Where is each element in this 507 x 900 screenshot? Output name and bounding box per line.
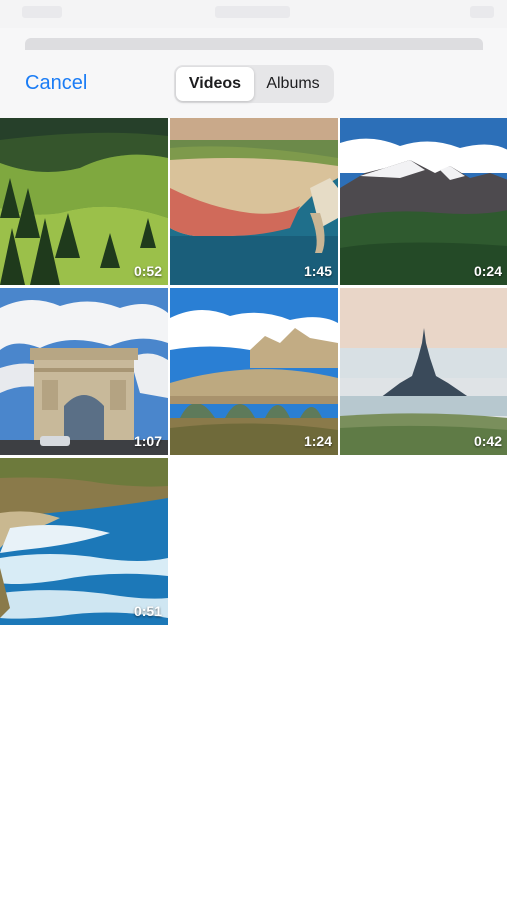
tab-videos[interactable]: Videos bbox=[176, 67, 254, 101]
video-duration: 1:45 bbox=[303, 263, 332, 279]
sheet-grabber bbox=[25, 38, 483, 50]
alpine-hills-image bbox=[0, 118, 168, 285]
signal-icon bbox=[22, 6, 62, 18]
video-duration: 1:24 bbox=[303, 433, 332, 449]
chalk-cliffs-image bbox=[170, 118, 338, 285]
snowy-mountains-image bbox=[340, 118, 507, 285]
sheet-header: Cancel Videos Albums bbox=[0, 28, 507, 118]
mont-saint-michel-image bbox=[340, 288, 507, 455]
arc-de-triomphe-image bbox=[0, 288, 168, 455]
stone-bridge-image bbox=[170, 288, 338, 455]
coastline-image bbox=[0, 458, 168, 625]
video-thumbnail[interactable]: 0:24 bbox=[340, 118, 507, 285]
video-duration: 0:52 bbox=[133, 263, 162, 279]
video-duration: 0:42 bbox=[473, 433, 502, 449]
video-duration: 0:24 bbox=[473, 263, 502, 279]
video-duration: 1:07 bbox=[133, 433, 162, 449]
video-thumbnail[interactable]: 0:52 bbox=[0, 118, 168, 285]
video-thumbnail[interactable]: 0:51 bbox=[0, 458, 168, 625]
battery-icon bbox=[470, 6, 494, 18]
video-thumbnail[interactable]: 0:42 bbox=[340, 288, 507, 455]
video-thumbnail[interactable]: 1:24 bbox=[170, 288, 338, 455]
video-duration: 0:51 bbox=[133, 603, 162, 619]
video-thumbnail[interactable]: 1:07 bbox=[0, 288, 168, 455]
status-bar bbox=[0, 0, 507, 28]
clock bbox=[215, 6, 290, 18]
video-thumbnail[interactable]: 1:45 bbox=[170, 118, 338, 285]
cancel-button[interactable]: Cancel bbox=[25, 72, 87, 95]
tab-albums[interactable]: Albums bbox=[254, 67, 332, 101]
media-type-segmented-control: Videos Albums bbox=[174, 65, 334, 103]
